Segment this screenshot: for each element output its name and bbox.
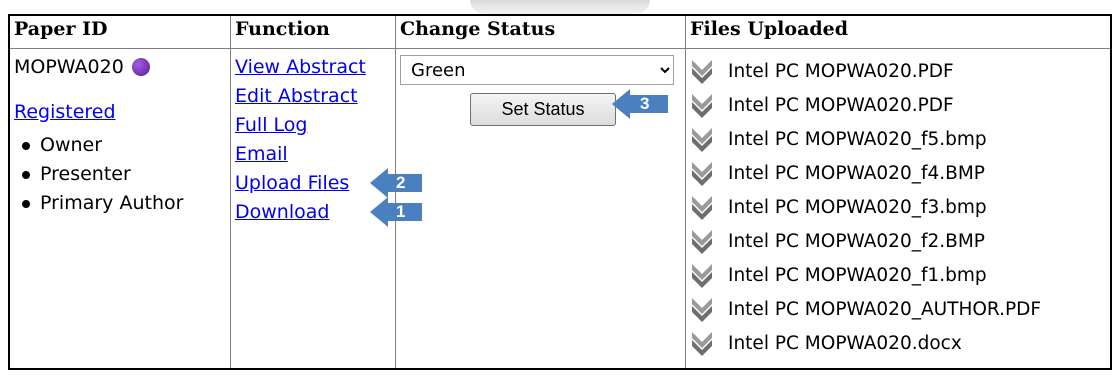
- edit-abstract-link[interactable]: Edit Abstract: [235, 82, 391, 111]
- file-item: Intel PC MOPWA020.docx: [690, 327, 1106, 361]
- email-link[interactable]: Email: [235, 140, 391, 169]
- file-item: Intel PC MOPWA020_AUTHOR.PDF: [690, 293, 1106, 327]
- purple-dot-icon: [131, 58, 150, 76]
- role-item: Presenter: [14, 160, 226, 189]
- file-name: Intel PC MOPWA020.PDF: [728, 61, 954, 82]
- file-name: Intel PC MOPWA020.docx: [728, 333, 962, 354]
- role-item: Owner: [14, 131, 226, 160]
- download-link[interactable]: Download: [235, 198, 391, 227]
- chevron-down-icon[interactable]: [690, 126, 714, 154]
- header-files-uploaded: Files Uploaded: [685, 14, 1112, 49]
- top-tab-fade: [470, 0, 650, 14]
- files-list: Intel PC MOPWA020.PDF Intel PC MOPWA020.P…: [690, 55, 1106, 361]
- table-header-row: Paper ID Function Change Status Files Up…: [8, 14, 1112, 49]
- file-item: Intel PC MOPWA020_f2.BMP: [690, 225, 1106, 259]
- header-change-status: Change Status: [395, 14, 686, 49]
- registered-link[interactable]: Registered: [14, 101, 226, 123]
- chevron-down-icon[interactable]: [690, 194, 714, 222]
- chevron-down-icon[interactable]: [690, 296, 714, 324]
- file-name: Intel PC MOPWA020.PDF: [728, 95, 954, 116]
- file-item: Intel PC MOPWA020_f3.bmp: [690, 191, 1106, 225]
- file-name: Intel PC MOPWA020_f5.bmp: [728, 129, 987, 150]
- file-name: Intel PC MOPWA020_f1.bmp: [728, 265, 987, 286]
- file-item: Intel PC MOPWA020_f5.bmp: [690, 123, 1106, 157]
- upload-files-link[interactable]: Upload Files: [235, 169, 391, 198]
- view-abstract-link[interactable]: View Abstract: [235, 53, 391, 82]
- set-status-button[interactable]: Set Status: [470, 93, 616, 126]
- chevron-down-icon[interactable]: [690, 160, 714, 188]
- status-select[interactable]: Green: [400, 55, 674, 85]
- file-name: Intel PC MOPWA020_AUTHOR.PDF: [728, 299, 1042, 320]
- chevron-down-icon[interactable]: [690, 228, 714, 256]
- callout-arrow-3: 3: [612, 89, 668, 119]
- chevron-down-icon[interactable]: [690, 330, 714, 358]
- file-item: Intel PC MOPWA020.PDF: [690, 89, 1106, 123]
- file-name: Intel PC MOPWA020_f4.BMP: [728, 163, 985, 184]
- table-row: MOPWA020 Registered Owner Presenter Prim…: [8, 48, 1112, 370]
- file-item: Intel PC MOPWA020_f1.bmp: [690, 259, 1106, 293]
- callout-number: 2: [396, 173, 406, 192]
- callout-number: 1: [396, 202, 406, 221]
- full-log-link[interactable]: Full Log: [235, 111, 391, 140]
- files-cell: Intel PC MOPWA020.PDF Intel PC MOPWA020.P…: [685, 48, 1112, 370]
- header-function: Function: [230, 14, 396, 49]
- callout-arrow-1: 1: [370, 197, 422, 227]
- chevron-down-icon[interactable]: [690, 58, 714, 86]
- role-item: Primary Author: [14, 189, 226, 218]
- paper-id: MOPWA020: [14, 56, 124, 78]
- chevron-down-icon[interactable]: [690, 92, 714, 120]
- header-paper-id: Paper ID: [8, 14, 231, 49]
- paper-id-cell: MOPWA020 Registered Owner Presenter Prim…: [8, 48, 231, 370]
- callout-arrow-2: 2: [370, 168, 422, 198]
- paper-table: Paper ID Function Change Status Files Up…: [8, 14, 1112, 370]
- callout-number: 3: [640, 94, 650, 113]
- file-name: Intel PC MOPWA020_f2.BMP: [728, 231, 985, 252]
- file-item: Intel PC MOPWA020_f4.BMP: [690, 157, 1106, 191]
- roles-list: Owner Presenter Primary Author: [14, 131, 226, 218]
- file-item: Intel PC MOPWA020.PDF: [690, 55, 1106, 89]
- file-name: Intel PC MOPWA020_f3.bmp: [728, 197, 987, 218]
- chevron-down-icon[interactable]: [690, 262, 714, 290]
